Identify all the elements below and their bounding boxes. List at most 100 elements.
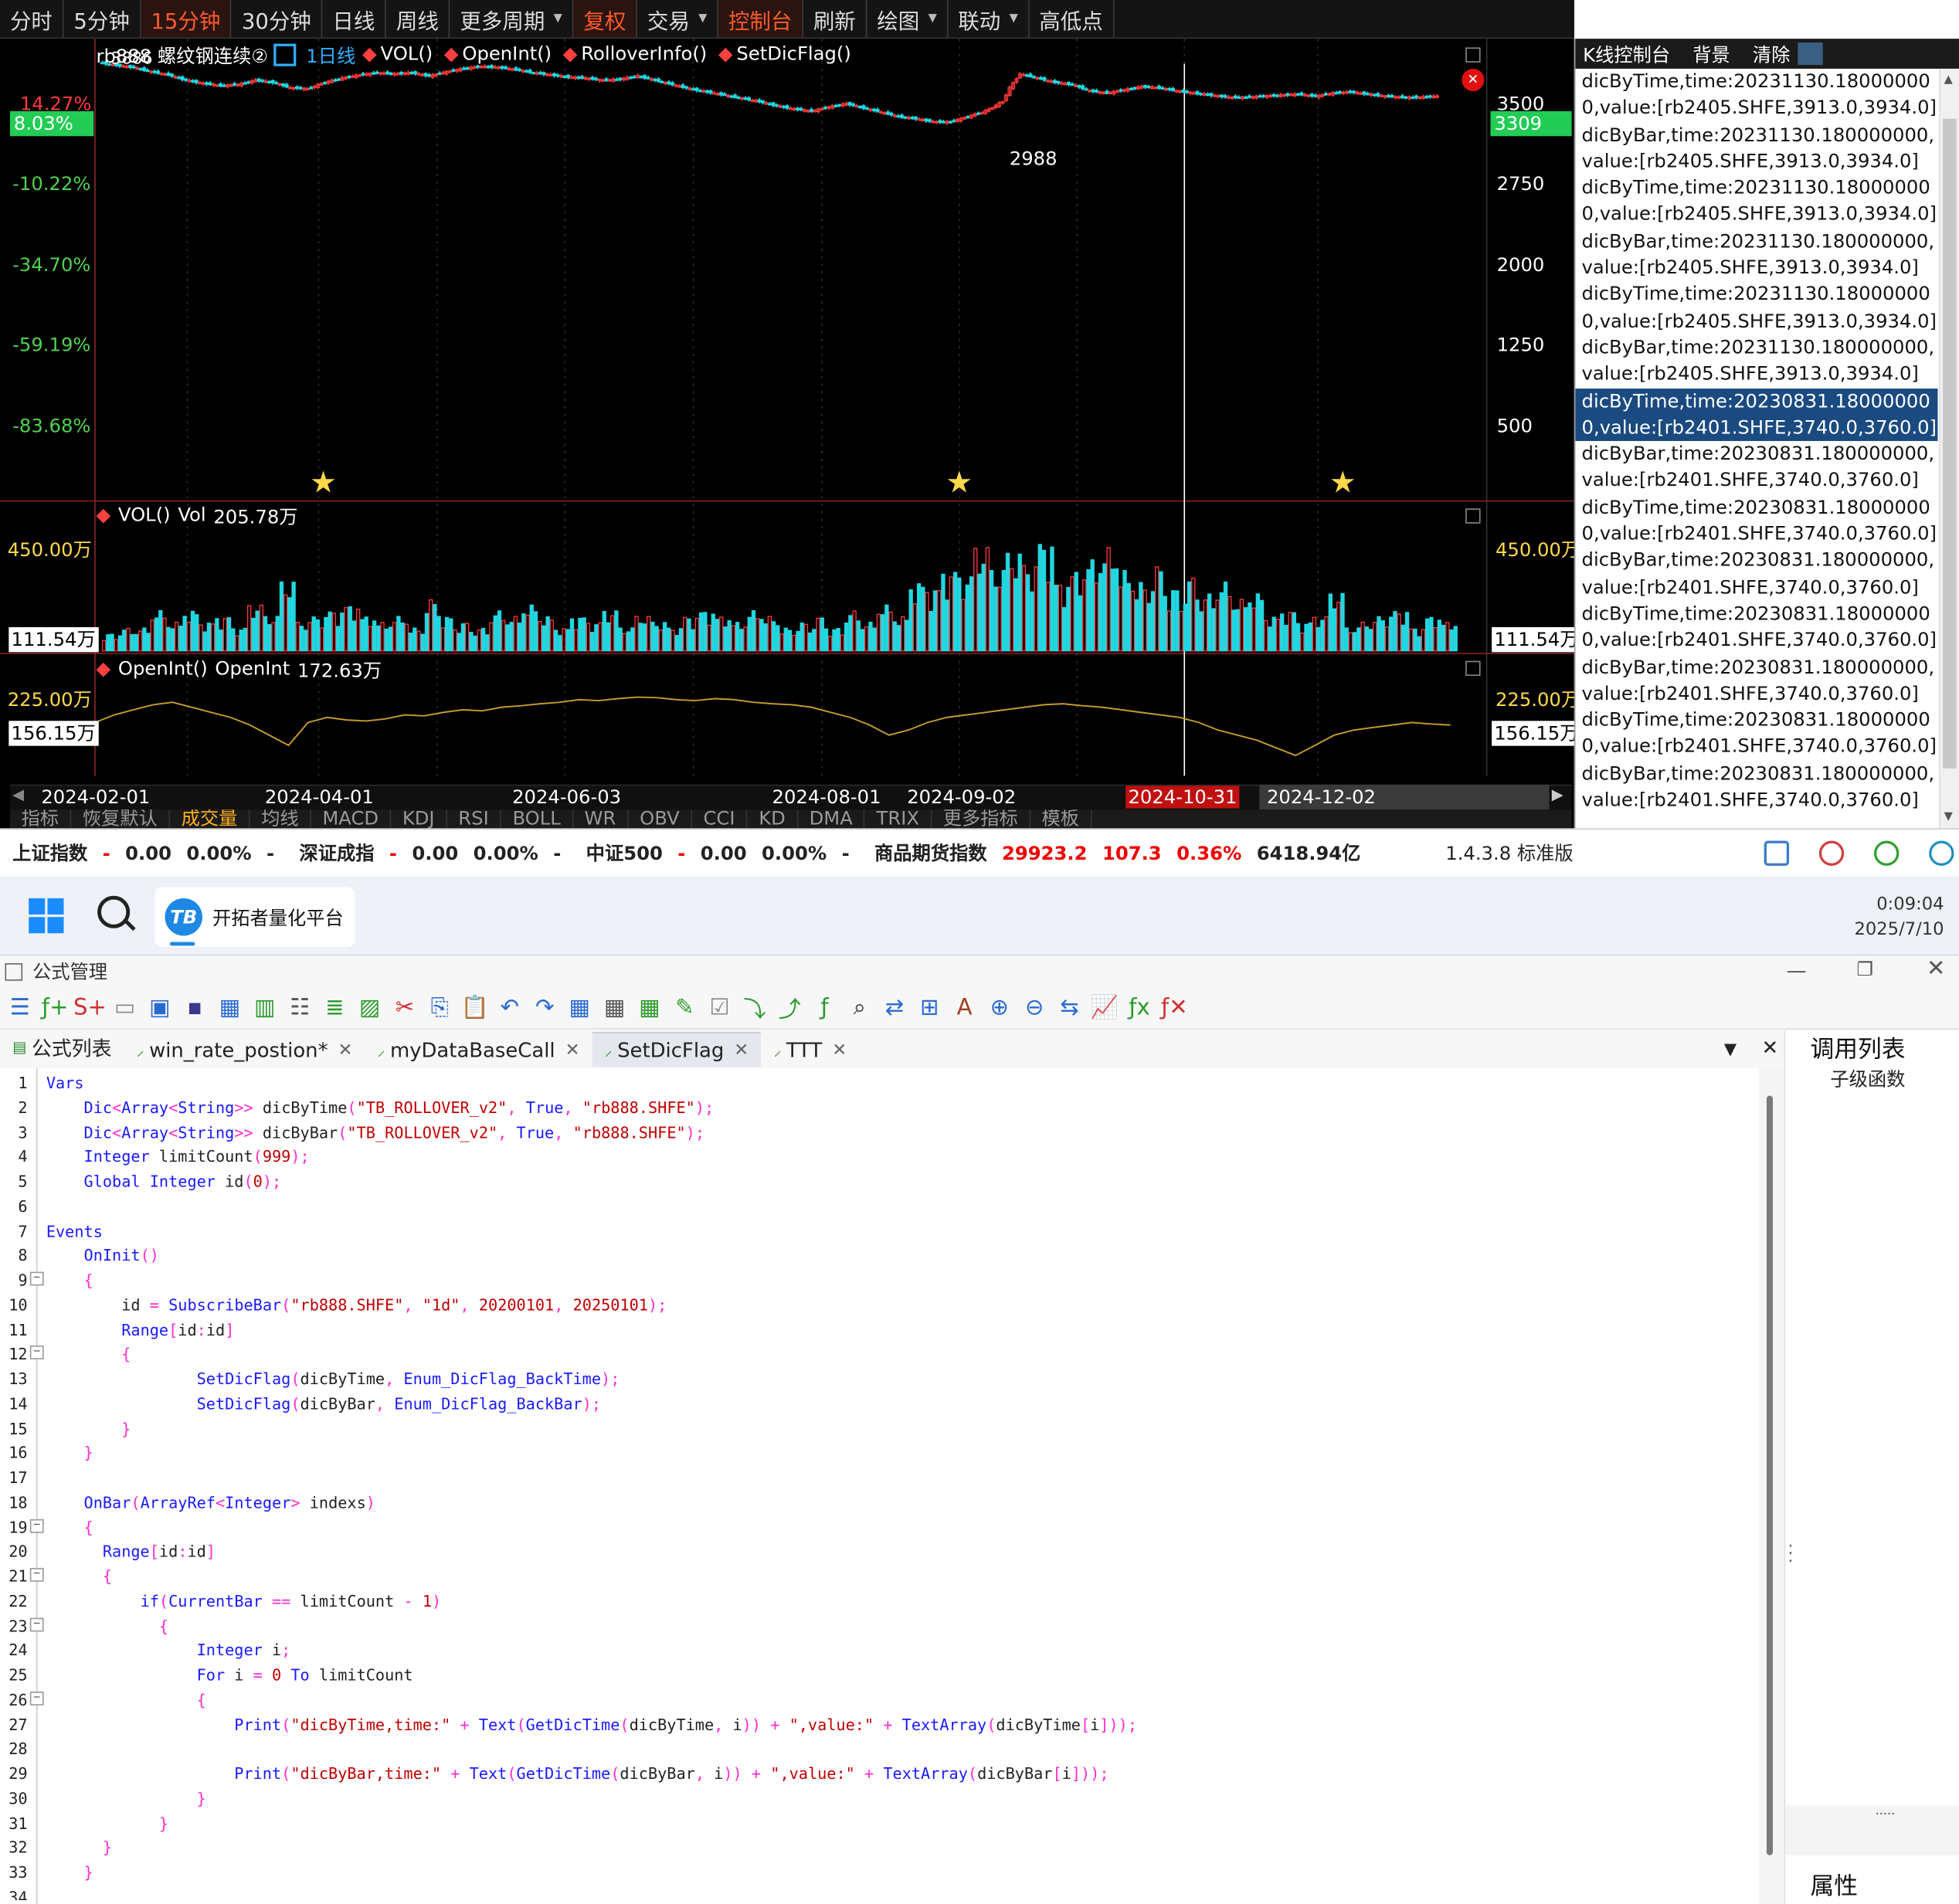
build-icon[interactable]: ▦ bbox=[635, 993, 665, 1023]
code-line[interactable]: if(CurrentBar == limitCount - 1) bbox=[46, 1591, 442, 1610]
indicator-tab[interactable]: MACD bbox=[311, 809, 392, 829]
index-name[interactable]: 中证500 bbox=[586, 840, 663, 866]
indicator-item[interactable]: ◆ RolloverInfo() bbox=[563, 42, 708, 65]
tab-close-icon[interactable]: ✕ bbox=[338, 1040, 352, 1061]
index-name[interactable]: 商品期货指数 bbox=[874, 840, 987, 866]
export-icon[interactable]: ⤴ bbox=[775, 993, 805, 1023]
indicator-tab[interactable]: WR bbox=[573, 809, 629, 829]
list-icon[interactable]: ≣ bbox=[320, 993, 350, 1023]
insert-fn-icon[interactable]: ƒ bbox=[810, 993, 840, 1023]
console-log-line[interactable]: dicByBar,time:20231130.180000000,value:[… bbox=[1575, 122, 1937, 175]
console-log-line[interactable]: dicByTime,time:20230831.180000000,value:… bbox=[1575, 494, 1937, 548]
period-button[interactable]: 周线 bbox=[386, 0, 450, 38]
period-button[interactable]: 复权 bbox=[573, 0, 637, 38]
indicator-tab[interactable]: 均线 bbox=[250, 809, 311, 829]
fold-icon[interactable]: − bbox=[29, 1519, 44, 1532]
code-line[interactable]: } bbox=[46, 1838, 112, 1857]
clock[interactable]: 0:09:04 2025/7/10 bbox=[1854, 892, 1944, 942]
open-icon[interactable]: ▣ bbox=[145, 993, 175, 1023]
chart-canvas[interactable] bbox=[0, 39, 1574, 829]
clear-fx-icon[interactable]: ƒ✕ bbox=[1159, 993, 1190, 1023]
console-log[interactable]: dicByTime,time:20231130.180000000,value:… bbox=[1575, 69, 1938, 828]
indicator-tab[interactable]: 指标 bbox=[10, 809, 72, 829]
replace-icon[interactable]: ⇄ bbox=[880, 993, 910, 1023]
minimize-icon[interactable]: — bbox=[1787, 959, 1807, 983]
close-icon[interactable]: ✕ bbox=[1927, 955, 1945, 982]
console-log-line[interactable]: dicByTime,time:20230831.180000000,value:… bbox=[1575, 708, 1937, 761]
period-button[interactable]: 高低点 bbox=[1029, 0, 1115, 38]
sync-icon[interactable]: ⇆ bbox=[1054, 993, 1085, 1023]
fx-icon[interactable]: ƒx bbox=[1125, 993, 1155, 1023]
indicator-tab[interactable]: CCI bbox=[692, 809, 748, 829]
period-button[interactable]: 日线 bbox=[322, 0, 386, 38]
undo-icon[interactable]: ↶ bbox=[494, 993, 525, 1023]
console-log-line[interactable]: dicByTime,time:20231130.180000000,value:… bbox=[1575, 282, 1937, 335]
code-line[interactable]: id = SubscribeBar("rb888.SHFE", "1d", 20… bbox=[46, 1295, 667, 1314]
code-line[interactable]: Vars bbox=[46, 1073, 84, 1091]
panel-icon[interactable]: ▥ bbox=[250, 993, 280, 1023]
console-clear-button[interactable]: 清除 bbox=[1753, 41, 1791, 67]
console-log-line[interactable]: dicByTime,time:20231130.180000000,value:… bbox=[1575, 69, 1937, 122]
code-line[interactable]: Dic<Array<String>> dicByBar("TB_ROLLOVER… bbox=[46, 1122, 704, 1141]
user-alert-icon[interactable] bbox=[1818, 840, 1845, 866]
tabs-dropdown-icon[interactable]: ▼ bbox=[1724, 1040, 1737, 1059]
indicator-tab[interactable]: BOLL bbox=[501, 809, 574, 829]
code-line[interactable]: } bbox=[46, 1789, 206, 1807]
fold-icon[interactable]: − bbox=[29, 1691, 44, 1705]
code-line[interactable]: OnInit() bbox=[46, 1246, 159, 1264]
maximize-icon[interactable] bbox=[1465, 47, 1481, 63]
indicator-tab[interactable]: 成交量 bbox=[170, 809, 250, 829]
font-icon[interactable]: A bbox=[949, 993, 980, 1023]
chart-period[interactable]: 1日线 bbox=[306, 42, 355, 69]
indicator-item[interactable]: ◆ VOL() bbox=[362, 42, 433, 65]
find-icon[interactable]: ▨ bbox=[355, 993, 385, 1023]
editor-tab[interactable]: ⸝ SetDicFlag ✕ bbox=[592, 1032, 762, 1067]
code-line[interactable]: OnBar(ArrayRef<Integer> indexs) bbox=[46, 1492, 375, 1511]
console-log-line[interactable]: dicByTime,time:20231130.180000000,value:… bbox=[1575, 175, 1937, 229]
chat-icon[interactable] bbox=[1929, 840, 1954, 866]
search-icon[interactable]: ⌕ bbox=[844, 993, 874, 1023]
console-log-line[interactable]: dicByBar,time:20230831.180000000,value:[… bbox=[1575, 761, 1937, 814]
tab-close-icon[interactable]: ✕ bbox=[734, 1040, 749, 1061]
code-line[interactable]: { bbox=[46, 1690, 206, 1709]
code-line[interactable]: { bbox=[46, 1345, 131, 1363]
code-line[interactable]: Dic<Array<String>> dicByTime("TB_ROLLOVE… bbox=[46, 1098, 715, 1116]
kline-chart[interactable]: rb888 螺纹钢连续② 3886 1日线 ◆ VOL() ◆ OpenInt() ◆ R… bbox=[0, 39, 1581, 829]
code-line[interactable]: } bbox=[46, 1814, 168, 1832]
index-name[interactable]: 上证指数 bbox=[12, 840, 87, 866]
fold-icon[interactable]: − bbox=[29, 1567, 44, 1582]
tabs-close-icon[interactable]: ✕ bbox=[1761, 1036, 1778, 1060]
paste-icon[interactable]: 📋 bbox=[460, 993, 490, 1023]
code-line[interactable]: Events bbox=[46, 1221, 103, 1240]
scroll-right-icon[interactable]: ▶ bbox=[1552, 786, 1563, 803]
period-button[interactable]: 绘图 ▼ bbox=[867, 0, 949, 38]
import-icon[interactable]: ⤵ bbox=[739, 993, 769, 1023]
code-line[interactable]: Integer limitCount(999); bbox=[46, 1147, 310, 1166]
code-line[interactable]: Range[id:id] bbox=[46, 1320, 234, 1339]
code-line[interactable]: { bbox=[46, 1616, 168, 1634]
compile-icon[interactable]: ▦ bbox=[565, 993, 595, 1023]
period-button[interactable]: 15分钟 bbox=[141, 0, 232, 38]
code-line[interactable]: Print("dicByBar,time:" + Text(GetDicTime… bbox=[46, 1764, 1109, 1783]
editor-scrollbar[interactable] bbox=[1759, 1067, 1784, 1904]
code-editor[interactable]: 1 Vars 2 Dic<Array<String>> dicByTime("TB_… bbox=[0, 1067, 1784, 1904]
indicator-tab[interactable]: 更多指标 bbox=[932, 809, 1030, 829]
edit-icon[interactable]: ✎ bbox=[670, 993, 700, 1023]
index-name[interactable]: 深证成指 bbox=[299, 840, 374, 866]
save-icon[interactable]: ▪ bbox=[180, 993, 210, 1023]
zoom-icon[interactable]: ⊞ bbox=[915, 993, 945, 1023]
editor-tab[interactable]: ⸝ win_rate_postion* ✕ bbox=[124, 1033, 365, 1067]
indicator-tab[interactable]: KDJ bbox=[391, 809, 447, 829]
editor-tab[interactable]: ▤ 公式列表 bbox=[0, 1027, 124, 1067]
indicator-tab[interactable]: RSI bbox=[447, 809, 501, 829]
fold-icon[interactable]: − bbox=[29, 1346, 44, 1360]
code-line[interactable]: { bbox=[46, 1517, 93, 1536]
open-folder-icon[interactable]: ▭ bbox=[110, 993, 140, 1023]
period-button[interactable]: 分时 bbox=[0, 0, 64, 38]
console-log-line[interactable]: dicByTime,time:20230831.180000000,value:… bbox=[1575, 388, 1938, 442]
console-log-line[interactable]: dicByBar,time:20230831.180000000,value:[… bbox=[1575, 548, 1937, 601]
indicator-tab[interactable]: KD bbox=[748, 809, 799, 829]
tab-close-icon[interactable]: ✕ bbox=[565, 1040, 580, 1061]
pin-icon[interactable] bbox=[1798, 42, 1823, 66]
code-line[interactable]: { bbox=[46, 1566, 112, 1585]
